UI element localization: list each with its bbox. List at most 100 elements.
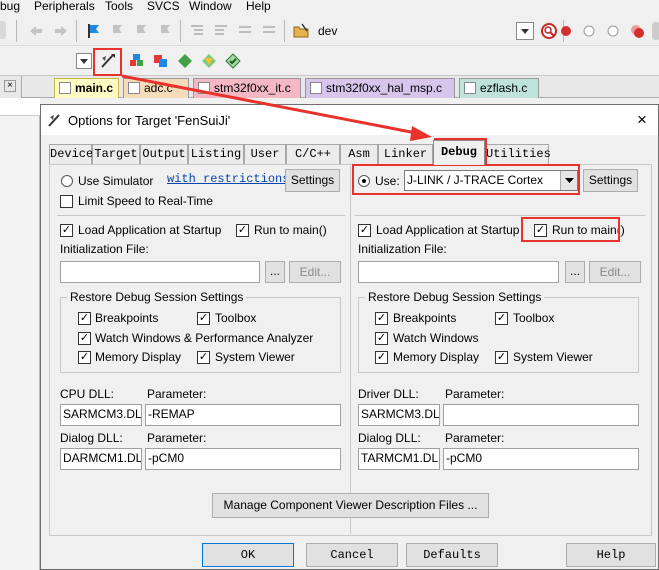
dialog-param-input[interactable]: -pCM0 [145,448,341,470]
breakpoint-disable-icon[interactable] [604,22,622,40]
menu-peripherals[interactable]: Peripherals [34,0,95,13]
load-app-checkbox[interactable]: ✓ [60,224,73,237]
menu-svcs[interactable]: SVCS [147,0,180,13]
indent-increase-icon[interactable] [188,22,206,40]
run-to-main-checkbox[interactable]: ✓ [236,224,249,237]
tab-stm32f0xx-it-c[interactable]: stm32f0xx_it.c [193,78,301,98]
options-for-target-icon[interactable] [99,52,117,70]
load-app-checkbox[interactable]: ✓ [358,224,371,237]
watch-windows-checkbox[interactable]: ✓ [78,332,91,345]
help-button[interactable]: Help [566,543,656,567]
target-name: dev [318,24,338,38]
kill-breakpoints-icon[interactable] [628,22,646,40]
memory-display-checkbox[interactable]: ✓ [78,351,91,364]
browse-button[interactable]: ... [265,261,285,283]
open-folder-icon[interactable] [292,22,310,40]
run-to-main-checkbox[interactable]: ✓ [534,224,547,237]
use-debugger-radio[interactable] [358,175,370,187]
dialog-param-input[interactable]: -pCM0 [443,448,639,470]
tab-asm[interactable]: Asm [340,144,378,164]
system-viewer-checkbox[interactable]: ✓ [197,351,210,364]
tab-listing[interactable]: Listing [188,144,244,164]
simulator-settings-button[interactable]: Settings [285,169,340,192]
comment-icon[interactable] [236,22,254,40]
dropdown-icon[interactable] [516,22,534,40]
dialog-param-label: Parameter: [445,431,505,445]
defaults-button[interactable]: Defaults [406,543,498,567]
tab-ezflash-c[interactable]: ezflash.c [459,78,539,98]
c-file-icon [59,82,71,94]
tab-adc-c[interactable]: adc.c [123,78,189,98]
toolbar-build [0,46,659,76]
watch-windows-checkbox[interactable]: ✓ [375,332,388,345]
tab-user[interactable]: User [244,144,286,164]
edit-button[interactable]: Edit... [589,261,641,283]
manage-run-time-environment-icon[interactable] [128,52,146,70]
bookmark-next-icon[interactable] [132,22,150,40]
menu-window[interactable]: Window [189,0,232,13]
pack-installer-icon[interactable] [224,52,242,70]
bookmark-prev-icon[interactable] [108,22,126,40]
back-arrow-icon[interactable] [27,22,45,40]
debugger-select[interactable]: J-LINK / J-TRACE Cortex [404,170,578,191]
dialog-dll-input[interactable]: DARMCM1.DLL [60,448,142,470]
overflow-icon[interactable] [652,22,659,40]
tab-linker[interactable]: Linker [378,144,433,164]
menu-help[interactable]: Help [246,0,271,13]
breakpoints-checkbox[interactable]: ✓ [375,312,388,325]
tab-target[interactable]: Target [92,144,140,164]
memory-display-checkbox[interactable]: ✓ [375,351,388,364]
menu-tools[interactable]: Tools [105,0,133,13]
ok-button[interactable]: OK [202,543,294,567]
browse-button[interactable]: ... [565,261,585,283]
bookmark-flag-icon[interactable] [84,22,102,40]
system-viewer-checkbox[interactable]: ✓ [495,351,508,364]
forward-arrow-icon[interactable] [52,22,70,40]
toolbox-label: Toolbox [215,311,257,325]
breakpoints-checkbox[interactable]: ✓ [78,312,91,325]
dialog-dll-input[interactable]: TARMCM1.DLL [358,448,440,470]
tab-device[interactable]: Device [49,144,93,164]
file-extensions-icon[interactable] [152,52,170,70]
indent-decrease-icon[interactable] [212,22,230,40]
restore-settings-title: Restore Debug Session Settings [365,290,545,304]
close-icon[interactable]: × [637,110,647,130]
init-file-input[interactable] [60,261,260,283]
breakpoint-enable-icon[interactable] [580,22,598,40]
chevron-down-icon[interactable] [560,171,577,190]
cpu-param-input[interactable]: -REMAP [145,404,341,426]
init-file-input[interactable] [358,261,559,283]
tab-utilities[interactable]: Utilities [485,144,551,164]
driver-dll-input[interactable]: SARMCM3.DLL [358,404,440,426]
load-app-label: Load Application at Startup [78,223,222,237]
limit-speed-checkbox[interactable] [60,195,73,208]
debug-session-icon[interactable] [540,22,558,40]
toolbox-checkbox[interactable]: ✓ [495,312,508,325]
edit-button[interactable]: Edit... [289,261,341,283]
toolbox-checkbox[interactable]: ✓ [197,312,210,325]
manage-component-viewer-button[interactable]: Manage Component Viewer Description File… [212,493,489,518]
cpu-dll-input[interactable]: SARMCM3.DLL [60,404,142,426]
tab-stm32f0xx-hal-msp-c[interactable]: stm32f0xx_hal_msp.c [305,78,455,98]
breakpoints-label: Breakpoints [393,311,457,325]
green-diamond-icon[interactable] [176,52,194,70]
bookmark-clear-icon[interactable] [156,22,174,40]
tab-label: stm32f0xx_it.c [214,81,291,95]
use-simulator-radio[interactable] [61,175,73,187]
section-divider [57,215,345,216]
breakpoint-icon[interactable] [557,22,575,40]
cancel-button[interactable]: Cancel [306,543,398,567]
target-dropdown-icon[interactable] [76,53,92,69]
debugger-settings-button[interactable]: Settings [583,169,638,192]
select-packs-icon[interactable] [200,52,218,70]
menu-debug[interactable]: bug [0,0,20,13]
close-icon[interactable]: × [4,80,16,92]
driver-param-input[interactable] [443,404,639,426]
tab-debug[interactable]: Debug [433,140,485,165]
indent-icon[interactable] [0,21,6,39]
tab-main-c[interactable]: main.c [54,78,119,98]
uncomment-icon[interactable] [260,22,278,40]
tab-c-cpp[interactable]: C/C++ [286,144,340,164]
with-restrictions-link[interactable]: with restrictions [167,172,289,186]
tab-output[interactable]: Output [140,144,188,164]
